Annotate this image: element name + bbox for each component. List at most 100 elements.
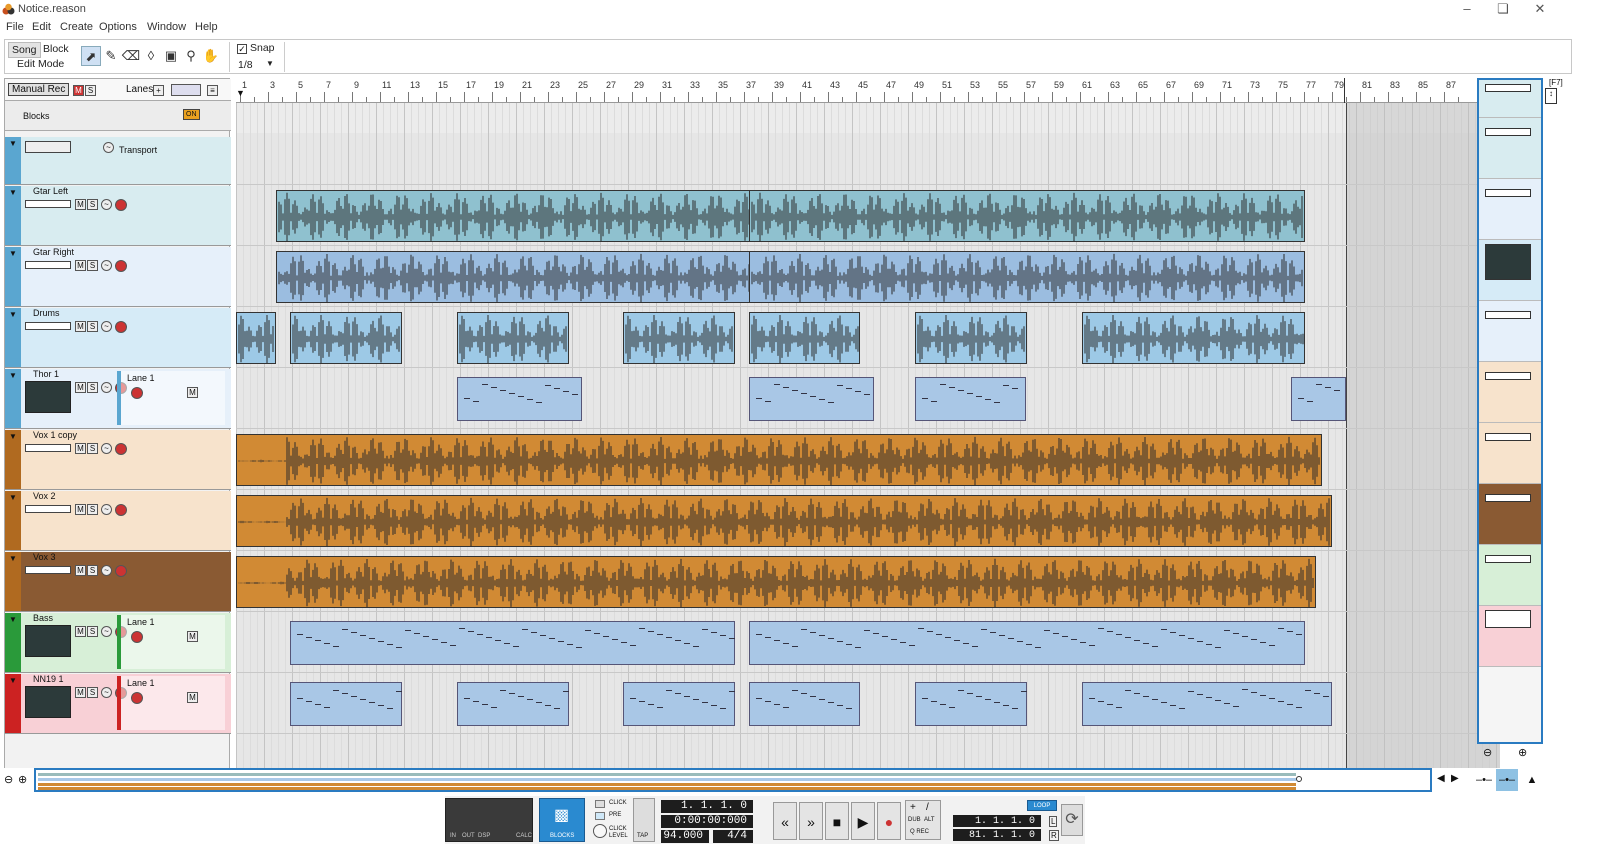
solo-button[interactable]: S xyxy=(87,687,98,698)
overview-track[interactable] xyxy=(1479,80,1541,118)
monitor-icon[interactable]: ~ xyxy=(101,382,112,393)
track-lane[interactable] xyxy=(236,491,1500,551)
track-collapse-icon[interactable]: ▼ xyxy=(9,432,17,441)
solo-button[interactable]: S xyxy=(87,199,98,210)
pencil-tool-icon[interactable]: ✎ xyxy=(101,46,121,66)
navigator-end-handle[interactable] xyxy=(1296,776,1302,782)
audio-clip[interactable] xyxy=(623,312,735,364)
add-lane-button[interactable]: + xyxy=(153,85,164,96)
track-header[interactable]: ▼ Vox 3 M S ~ xyxy=(5,552,231,612)
eraser-tool-icon[interactable]: ⌫ xyxy=(121,46,141,66)
note-clip[interactable] xyxy=(915,377,1026,421)
mute-button[interactable]: M xyxy=(75,321,86,332)
overview-track[interactable] xyxy=(1479,362,1541,423)
audio-clip[interactable] xyxy=(749,190,1305,242)
lanes-select[interactable] xyxy=(171,84,201,96)
audio-clip[interactable] xyxy=(236,312,276,364)
note-clip[interactable] xyxy=(749,682,860,726)
signature-display[interactable]: 4/4 xyxy=(713,830,753,843)
overview-track[interactable] xyxy=(1479,484,1541,545)
loop-button[interactable]: LOOP xyxy=(1027,800,1057,811)
zoom-in-icon[interactable]: ⊕ xyxy=(1518,746,1527,759)
monitor-icon[interactable]: ~ xyxy=(101,260,112,271)
note-clip[interactable] xyxy=(290,621,735,665)
lane-mute-button[interactable]: M xyxy=(187,692,198,703)
lane-header[interactable]: Lane 1 M xyxy=(117,676,225,730)
magnify-tool-icon[interactable]: ⚲ xyxy=(181,46,201,66)
note-clip[interactable] xyxy=(749,377,874,421)
track-volume-fader[interactable] xyxy=(25,261,71,269)
track-volume-fader[interactable] xyxy=(25,200,71,208)
monitor-icon[interactable]: ~ xyxy=(101,565,112,576)
record-enable-button[interactable] xyxy=(115,199,127,211)
scroll-left-icon[interactable]: ◀ xyxy=(1437,773,1445,784)
solo-button[interactable]: S xyxy=(87,260,98,271)
solo-button[interactable]: S xyxy=(87,321,98,332)
note-clip[interactable] xyxy=(1082,682,1332,726)
snap-checkbox[interactable]: ✓ xyxy=(237,44,247,54)
audio-clip[interactable] xyxy=(749,312,860,364)
overview-track[interactable] xyxy=(1479,240,1541,301)
overview-track[interactable] xyxy=(1479,118,1541,179)
track-collapse-icon[interactable]: ▼ xyxy=(9,493,17,502)
solo-button[interactable]: S xyxy=(87,504,98,515)
solo-button[interactable]: S xyxy=(87,382,98,393)
track-header[interactable]: ▼ Gtar Left M S ~ xyxy=(5,186,231,246)
blocks-track-header[interactable]: Blocks ON xyxy=(5,101,231,131)
zoom-out-icon[interactable]: ⊖ xyxy=(4,773,13,786)
mute-button[interactable]: M xyxy=(75,260,86,271)
left-locator-display[interactable]: 1. 1. 1. 0 xyxy=(953,815,1041,827)
note-clip[interactable] xyxy=(623,682,735,726)
fast-forward-button[interactable]: » xyxy=(799,802,823,840)
click-level-knob[interactable] xyxy=(593,824,607,838)
arrow-tool-icon[interactable]: ⬈ xyxy=(81,46,101,66)
track-header[interactable]: ▼ Transport ~ xyxy=(5,137,231,185)
track-collapse-icon[interactable]: ▼ xyxy=(9,554,17,563)
rewind-button[interactable]: « xyxy=(773,802,797,840)
record-enable-button[interactable] xyxy=(115,504,127,516)
overview-track[interactable] xyxy=(1479,545,1541,606)
monitor-icon[interactable]: ~ xyxy=(101,504,112,515)
track-collapse-icon[interactable]: ▼ xyxy=(9,371,17,380)
right-locator-display[interactable]: 81. 1. 1. 0 xyxy=(953,829,1041,841)
track-collapse-icon[interactable]: ▼ xyxy=(9,310,17,319)
hand-tool-icon[interactable]: ✋ xyxy=(201,46,221,66)
track-collapse-icon[interactable]: ▼ xyxy=(9,676,17,685)
track-header[interactable]: ▼ Drums M S ~ xyxy=(5,308,231,368)
snap-value-select[interactable]: 1/8 xyxy=(238,59,253,71)
song-mode-button[interactable]: Song xyxy=(8,42,41,58)
track-collapse-icon[interactable]: ▼ xyxy=(9,249,17,258)
track-header[interactable]: ▼ Vox 1 copy M S ~ xyxy=(5,430,231,490)
audio-clip[interactable] xyxy=(236,495,1332,547)
monitor-icon[interactable]: ~ xyxy=(101,321,112,332)
track-volume-fader[interactable] xyxy=(25,322,71,330)
lane-mute-button[interactable]: M xyxy=(187,387,198,398)
sequencer-area[interactable] xyxy=(236,103,1500,774)
slash-icon[interactable]: / xyxy=(926,802,929,813)
solo-button[interactable]: S xyxy=(87,565,98,576)
note-clip[interactable] xyxy=(1291,377,1346,421)
record-enable-button[interactable] xyxy=(115,321,127,333)
track-lane[interactable] xyxy=(236,613,1500,673)
record-enable-button[interactable] xyxy=(115,443,127,455)
mute-button[interactable]: M xyxy=(75,687,86,698)
rec-mode-s-button[interactable]: S xyxy=(85,85,96,96)
record-enable-button[interactable] xyxy=(115,260,127,272)
audio-clip[interactable] xyxy=(290,312,402,364)
left-locator-button[interactable]: L xyxy=(1049,816,1058,827)
device-thumbnail[interactable] xyxy=(25,381,71,413)
lane-record-button[interactable] xyxy=(131,387,143,399)
track-collapse-icon[interactable]: ▼ xyxy=(9,188,17,197)
note-clip[interactable] xyxy=(749,621,1305,665)
stop-button[interactable]: ■ xyxy=(825,802,849,840)
note-clip[interactable] xyxy=(915,682,1027,726)
lane-record-button[interactable] xyxy=(131,631,143,643)
close-button[interactable]: ✕ xyxy=(1521,0,1559,20)
navigator-bar[interactable] xyxy=(34,768,1432,792)
minimize-button[interactable]: – xyxy=(1448,0,1486,20)
track-header[interactable]: ▼ Gtar Right M S ~ xyxy=(5,247,231,307)
solo-button[interactable]: S xyxy=(87,626,98,637)
q-rec-button[interactable]: Q REC xyxy=(910,829,929,835)
note-clip[interactable] xyxy=(457,682,569,726)
overview-track[interactable] xyxy=(1479,301,1541,362)
